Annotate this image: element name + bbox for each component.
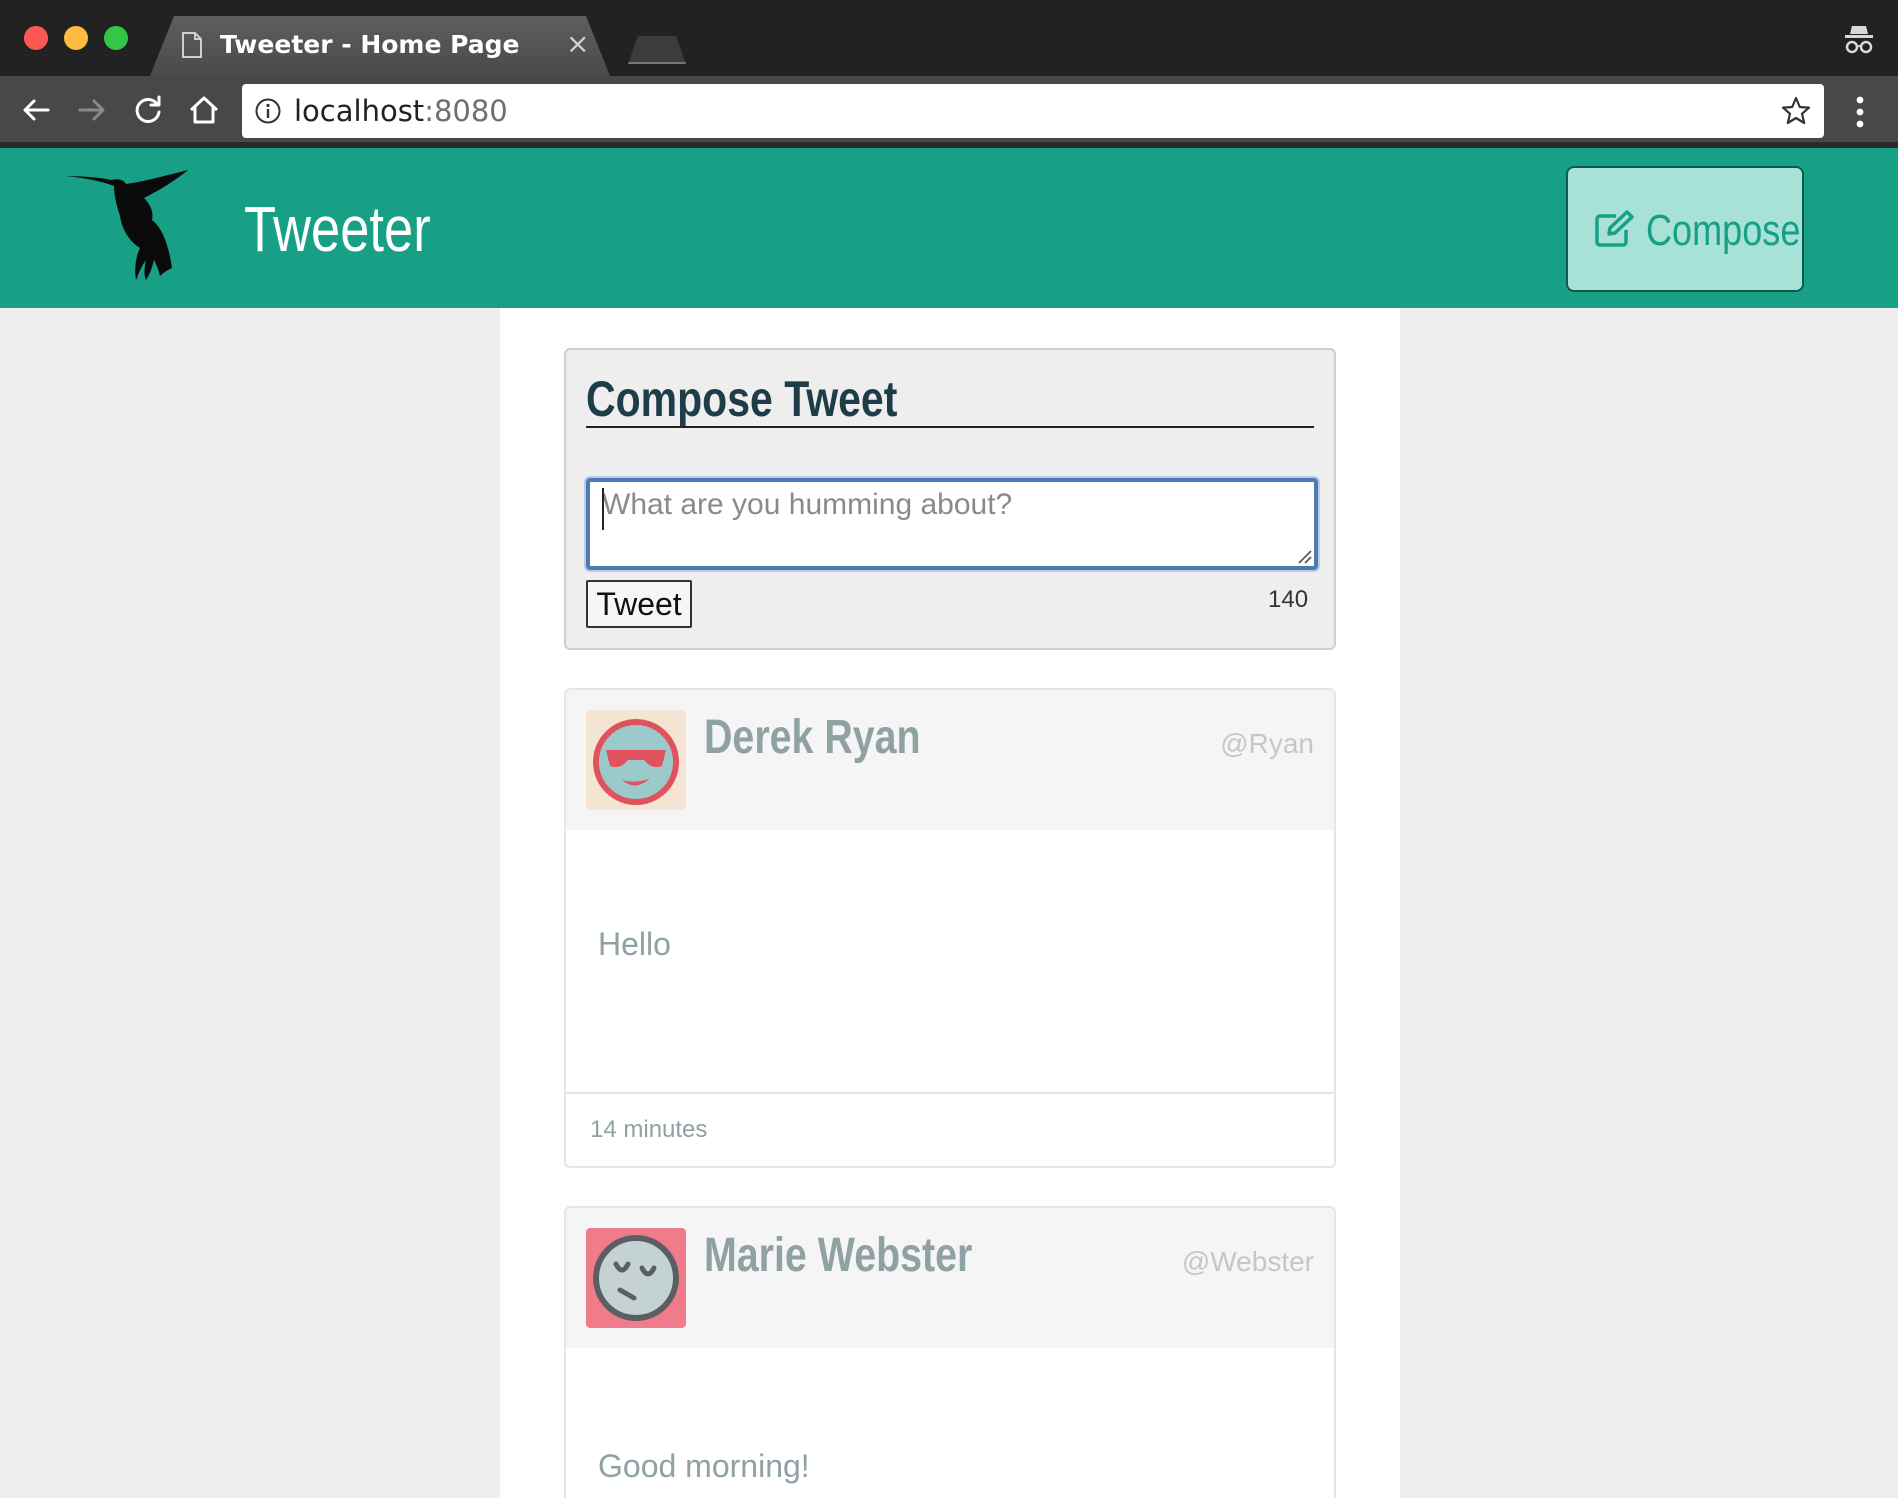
compose-tweet-panel: Compose Tweet Tweet 140: [564, 348, 1336, 650]
tweet-text: Hello: [598, 926, 671, 962]
tab-close-icon[interactable]: ×: [566, 30, 589, 58]
tab-title: Tweeter - Home Page: [220, 30, 520, 59]
text-cursor: [602, 488, 604, 530]
incognito-icon: [1845, 26, 1873, 54]
reload-icon[interactable]: [130, 92, 166, 128]
tweet-author-handle: @Webster: [1181, 1246, 1314, 1277]
tweet-text: Good morning!: [598, 1448, 810, 1484]
tweet-timestamp: 14 minutes: [590, 1116, 708, 1143]
window-maximize-button[interactable]: [104, 26, 128, 50]
tweet-submit-button[interactable]: Tweet: [586, 580, 692, 628]
tweet-author-name: Derek Ryan: [704, 711, 921, 764]
tweet-textarea[interactable]: [586, 478, 1318, 570]
tweet-footer-divider: [566, 1092, 1334, 1094]
compose-button-label: Compose: [1646, 206, 1801, 255]
bookmark-star-icon[interactable]: [1780, 95, 1812, 127]
tweet-header: Derek Ryan @Ryan: [566, 690, 1334, 830]
resize-grip-icon[interactable]: [1296, 548, 1312, 564]
compose-toggle-button[interactable]: Compose: [1566, 166, 1804, 292]
compose-heading-rule: [586, 426, 1314, 428]
address-bar[interactable]: localhost:8080: [242, 84, 1824, 138]
url-port: :8080: [424, 94, 508, 128]
tweet-card: Derek Ryan @Ryan Hello 14 minutes: [564, 688, 1336, 1168]
main-container: Compose Tweet Tweet 140 Derek Ryan @Ryan…: [500, 308, 1400, 1498]
app-header: Tweeter Compose: [0, 148, 1898, 308]
compose-tweet-heading: Compose Tweet: [586, 371, 898, 427]
tweet-author-name: Marie Webster: [704, 1229, 973, 1282]
home-icon[interactable]: [186, 92, 222, 128]
tweet-author-handle: @Ryan: [1220, 728, 1314, 759]
document-icon: [182, 32, 202, 58]
info-icon[interactable]: [254, 97, 282, 125]
browser-menu-icon[interactable]: [1848, 94, 1872, 130]
tweet-card: Marie Webster @Webster Good morning!: [564, 1206, 1336, 1498]
hummingbird-logo-icon: [66, 170, 188, 280]
pencil-square-icon: [1595, 210, 1634, 247]
tweet-header: Marie Webster @Webster: [566, 1208, 1334, 1348]
url-text[interactable]: localhost:8080: [294, 94, 508, 128]
new-tab-button[interactable]: [628, 36, 686, 64]
sleepy-face-avatar-icon: [586, 1228, 686, 1328]
browser-tab-active[interactable]: Tweeter - Home Page ×: [150, 16, 610, 76]
brand-title: Tweeter: [244, 193, 431, 265]
url-host: localhost: [294, 94, 425, 128]
browser-tab-strip: Tweeter - Home Page ×: [0, 0, 1898, 76]
character-counter: 140: [1268, 586, 1309, 613]
forward-arrow-icon[interactable]: [74, 92, 110, 128]
back-arrow-icon[interactable]: [18, 92, 54, 128]
window-minimize-button[interactable]: [64, 26, 88, 50]
window-close-button[interactable]: [24, 26, 48, 50]
cool-face-avatar-icon: [586, 710, 686, 810]
browser-toolbar: localhost:8080: [0, 76, 1898, 146]
